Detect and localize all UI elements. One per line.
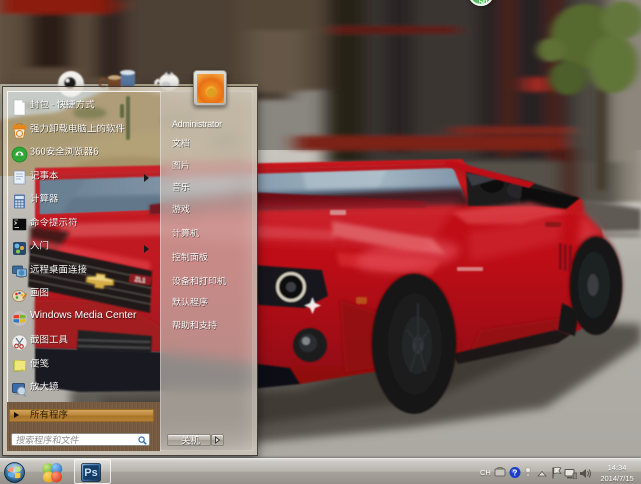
svg-text:Ps: Ps (84, 467, 97, 479)
svg-text:?: ? (513, 469, 518, 478)
